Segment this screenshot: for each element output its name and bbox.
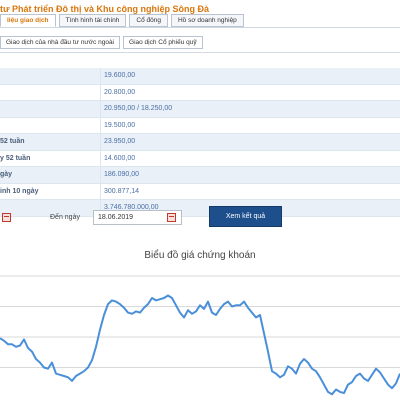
table-row: 19.600,00 [0, 68, 400, 85]
table-row: 20.950,00 / 18.250,00 [0, 101, 400, 118]
tab-company-profile[interactable]: Hồ sơ doanh nghiệp [170, 14, 244, 27]
table-row: inh 10 ngày 300.877,14 [0, 183, 400, 200]
tab-foreign-investor-trading[interactable]: Giao dịch của nhà đầu tư nước ngoài [0, 36, 121, 49]
table-row: 19.500,00 [0, 117, 400, 134]
stat-label: y 52 tuần [0, 154, 31, 162]
tab-financial-situation[interactable]: Tình hình tài chính [58, 14, 127, 27]
to-calendar-icon[interactable] [167, 213, 176, 222]
table-row: gày 186.090,00 [0, 167, 400, 184]
view-results-button[interactable]: Xem kết quả [209, 206, 282, 227]
chart-title: Biểu đồ giá chứng khoán [144, 250, 256, 261]
stat-value: 19.500,00 [104, 121, 136, 129]
stats-table: 19.600,00 20.800,00 20.950,00 / 18.250,0… [0, 68, 400, 217]
stat-value: 23.950,00 [104, 138, 136, 145]
from-calendar-icon[interactable] [2, 213, 11, 222]
stat-label: 52 tuần [0, 138, 25, 145]
chart-grid [0, 275, 400, 368]
secondary-tabs: Giao dịch của nhà đầu tư nước ngoài Giao… [0, 36, 203, 49]
price-chart [0, 275, 400, 396]
to-date-label: Đến ngày [50, 214, 80, 221]
subtabs-divider [0, 52, 400, 53]
price-series-line [0, 294, 400, 396]
tabs-divider [0, 27, 400, 28]
tab-treasury-stock-trading[interactable]: Giao dịch Cổ phiếu quỹ [123, 36, 203, 49]
stat-value: 19.600,00 [104, 72, 136, 79]
table-row: 20.800,00 [0, 84, 400, 101]
chart-series [0, 294, 400, 396]
tab-shareholders[interactable]: Cổ đông [129, 14, 168, 27]
table-row: 52 tuần 23.950,00 [0, 134, 400, 151]
stat-value: 14.600,00 [104, 154, 136, 162]
stat-value: 20.800,00 [104, 88, 136, 96]
stat-label: gày [0, 171, 13, 178]
stat-value: 186.090,00 [104, 171, 140, 178]
stat-value: 300.877,14 [104, 187, 140, 195]
tab-trading-data[interactable]: liệu giao dịch [0, 14, 56, 27]
stat-label: inh 10 ngày [0, 187, 39, 195]
date-filter: Đến ngày [0, 206, 400, 230]
stat-value: 20.950,00 / 18.250,00 [104, 105, 173, 112]
table-row: y 52 tuần 14.600,00 [0, 150, 400, 167]
